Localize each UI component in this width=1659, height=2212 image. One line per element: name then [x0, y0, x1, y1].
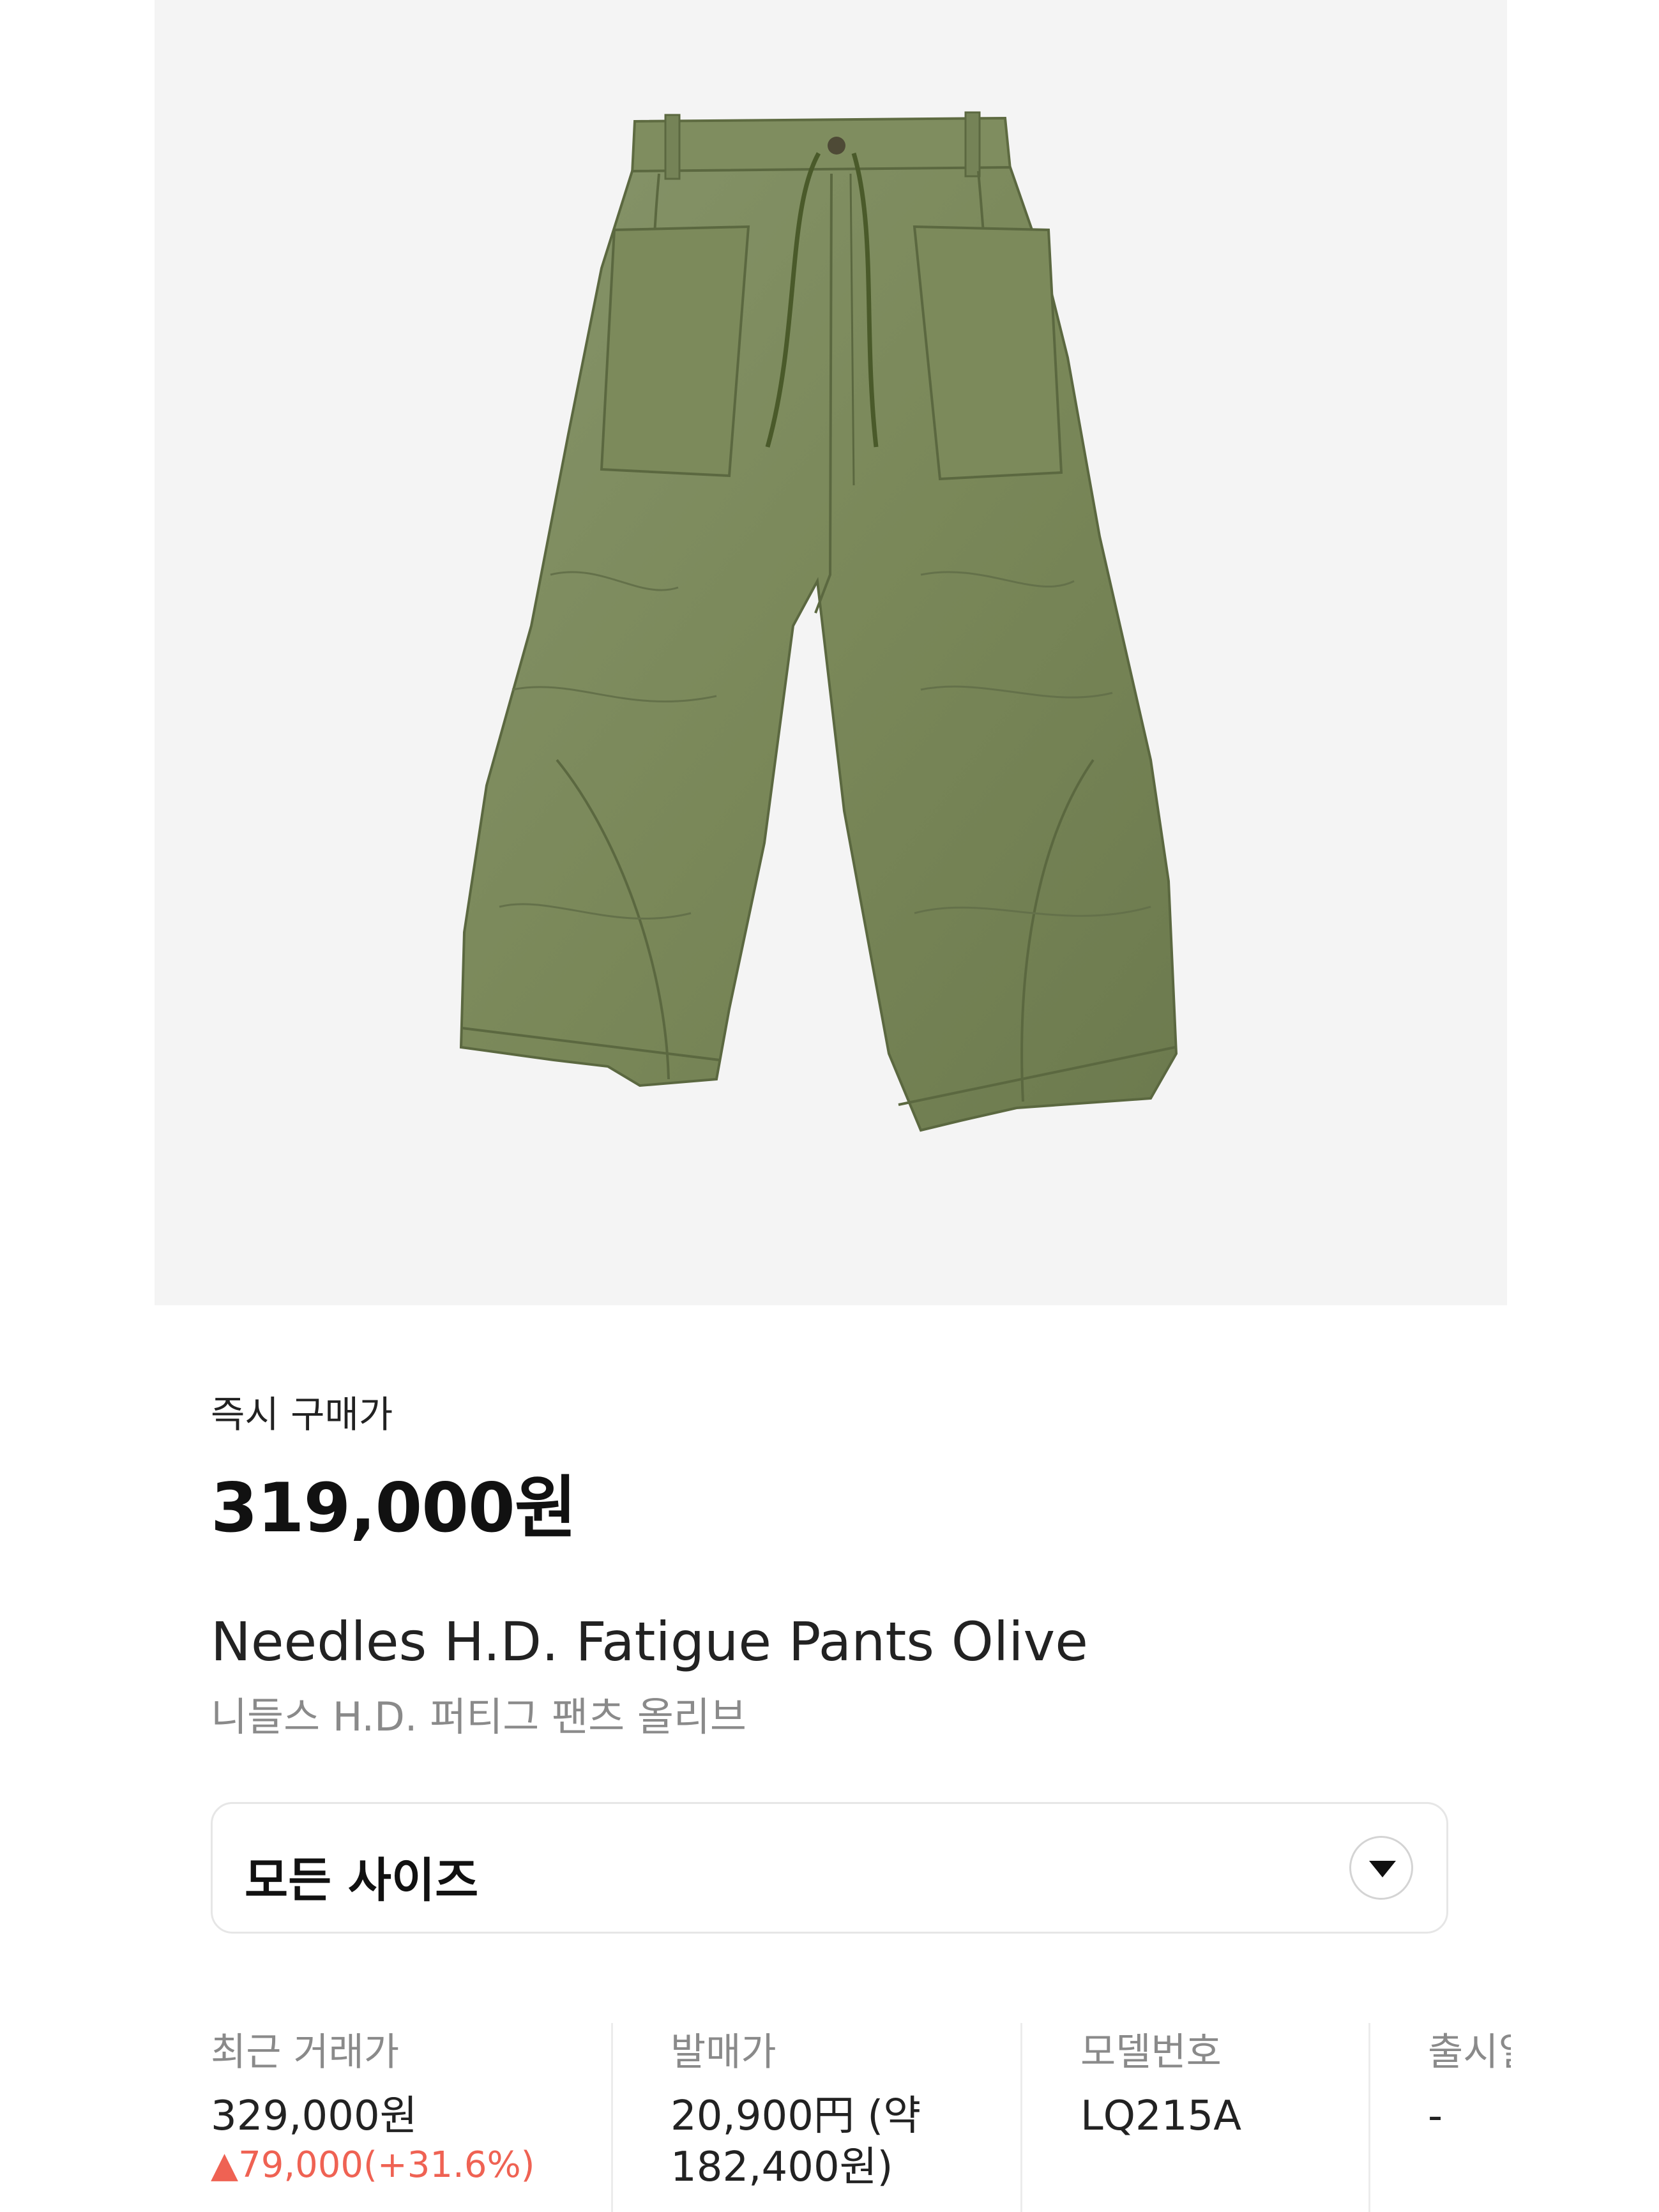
- product-name-korean: 니들스 H.D. 퍼티그 팬츠 올리브: [211, 1693, 746, 1740]
- chevron-down-glyph: [1369, 1861, 1396, 1877]
- size-select-dropdown[interactable]: 모든 사이즈: [211, 1802, 1448, 1934]
- release-price-line2: 182,400원): [670, 2144, 893, 2191]
- column-divider: [611, 2023, 613, 2212]
- model-number-label: 모델번호: [1080, 2030, 1222, 2075]
- recent-trade-price: 최근 거래가 329,000원 ▲79,000(+31.6%): [211, 2021, 535, 2186]
- model-number: 모델번호 LQ215A: [1080, 2021, 1241, 2142]
- release-date: 출시일 -: [1428, 2021, 1511, 2142]
- release-date-label: 출시일: [1428, 2030, 1511, 2075]
- instant-price-label: 즉시 구매가: [211, 1393, 393, 1436]
- release-price-label: 발매가: [670, 2030, 776, 2075]
- size-select-label: 모든 사이즈: [245, 1853, 479, 1908]
- release-date-value: -: [1428, 2093, 1443, 2140]
- column-divider: [1368, 2023, 1370, 2212]
- recent-trade-value: 329,000원: [211, 2093, 418, 2140]
- release-price-line1: 20,900円 (약: [670, 2093, 921, 2140]
- recent-trade-label: 최근 거래가: [211, 2030, 400, 2075]
- release-price: 발매가 20,900円 (약 182,400원): [670, 2021, 921, 2193]
- product-name-english: Needles H.D. Fatigue Pants Olive: [211, 1610, 1088, 1673]
- column-divider: [1020, 2023, 1022, 2212]
- chevron-down-icon[interactable]: [1349, 1836, 1413, 1900]
- model-number-value: LQ215A: [1080, 2093, 1241, 2140]
- release-price-value: 20,900円 (약 182,400원): [670, 2091, 921, 2193]
- recent-trade-change: ▲79,000(+31.6%): [211, 2144, 535, 2186]
- product-image[interactable]: [155, 0, 1507, 1305]
- product-detail-page: 즉시 구매가 319,000원 Needles H.D. Fatigue Pan…: [0, 0, 1659, 2212]
- instant-price-value: 319,000원: [211, 1469, 577, 1547]
- pants-illustration: [459, 111, 1178, 1132]
